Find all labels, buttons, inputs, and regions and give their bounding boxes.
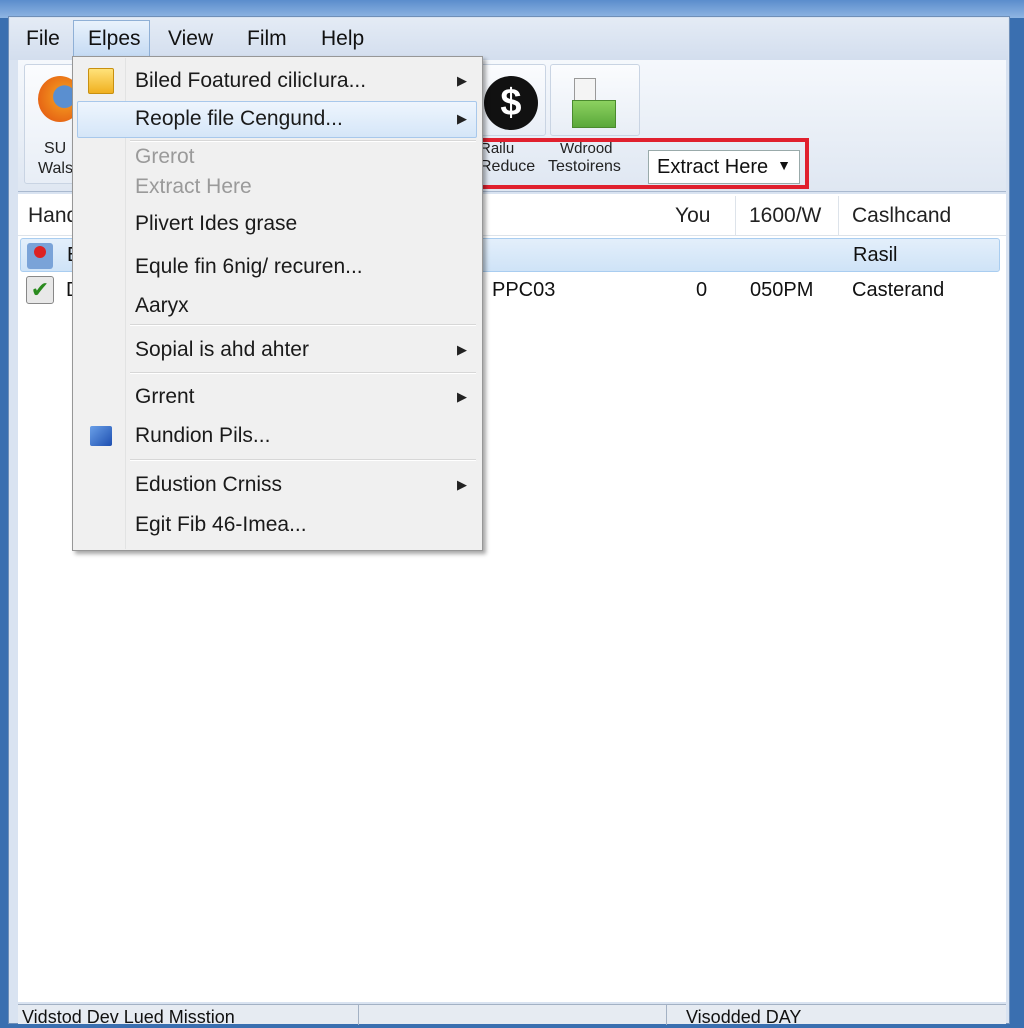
menu-item-reople[interactable]: Reople file Cengund... (135, 107, 343, 131)
row-col2: PPC03 (492, 279, 556, 301)
menu-item-egit[interactable]: Egit Fib 46-Imea... (135, 513, 307, 537)
column-separator[interactable] (735, 196, 736, 236)
row-col5: Casterand (852, 279, 945, 301)
column-header-caslhcand[interactable]: Caslhcand (852, 204, 951, 228)
menu-film[interactable]: Film (247, 27, 287, 51)
menu-item-equle[interactable]: Equle fin 6nig/ recuren... (135, 255, 363, 279)
menu-bar (10, 18, 1008, 60)
dollar-circle-icon: $ (484, 76, 538, 130)
check-file-icon: ✔ (26, 276, 54, 304)
menu-separator (130, 324, 476, 326)
blue-window-icon (90, 426, 112, 446)
menu-item-plivert[interactable]: Plivert Ides grase (135, 212, 297, 236)
status-left: Vidstod Dev Lued Misstion (22, 1007, 235, 1027)
submenu-arrow-icon: ▶ (457, 342, 467, 357)
menu-item-sopial[interactable]: Sopial is ahd ahter (135, 338, 309, 362)
status-right: Visodded DAY (686, 1007, 802, 1027)
menu-help[interactable]: Help (321, 27, 364, 51)
menu-item-aaryx[interactable]: Aaryx (135, 294, 189, 318)
toolbar-label: SU (44, 140, 67, 157)
submenu-arrow-icon: ▶ (457, 111, 467, 126)
toolbar-label: Wals (38, 160, 73, 177)
menu-view[interactable]: View (168, 27, 213, 51)
menu-elpes[interactable]: Elpes (88, 27, 141, 51)
menu-item-edustion[interactable]: Edustion Crniss (135, 473, 282, 497)
menu-separator (130, 459, 476, 461)
folder-star-icon (88, 68, 114, 94)
menu-item-extract-here: Extract Here (135, 175, 252, 198)
submenu-arrow-icon: ▶ (457, 477, 467, 492)
menu-item-biled[interactable]: Biled Foatured cilicIura... (135, 69, 366, 93)
column-header-hand[interactable]: Hand (28, 204, 78, 228)
row-col5: Rasil (853, 244, 898, 266)
menu-separator (130, 372, 476, 374)
column-header-1600w[interactable]: 1600/W (749, 204, 821, 228)
highlight-box (475, 138, 809, 189)
submenu-arrow-icon: ▶ (457, 73, 467, 88)
menu-file[interactable]: File (26, 27, 60, 51)
column-header-you[interactable]: You (675, 204, 710, 228)
submenu-arrow-icon: ▶ (457, 389, 467, 404)
row-col3: 0 (696, 279, 708, 301)
column-separator[interactable] (838, 196, 839, 236)
green-archive-icon-body (572, 100, 616, 128)
file-icon (27, 243, 53, 269)
menu-separator (130, 140, 476, 142)
status-bar: Vidstod Dev Lued Misstion Visodded DAY (18, 1004, 1006, 1027)
row-col4: 050PM (750, 279, 814, 301)
menu-item-rundion[interactable]: Rundion Pils... (135, 424, 270, 448)
menu-item-grrent[interactable]: Grrent (135, 385, 195, 409)
menu-item-grerot: Grerot (135, 145, 195, 168)
